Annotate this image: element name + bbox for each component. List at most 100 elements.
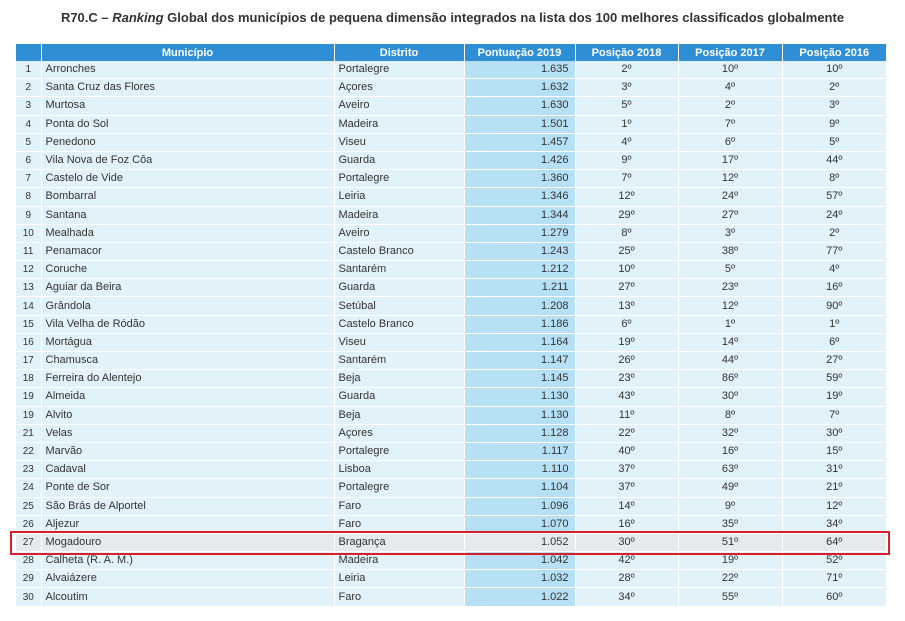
table-row: 14 Grândola Setúbal 1.208 13º 12º 90º [16,296,886,316]
municipio-cell: Alvaiázere [41,569,335,589]
posicao-2016-cell: 30º [782,424,886,443]
distrito-cell: Bragança [334,533,465,553]
municipio-cell: Alcoutim [41,587,335,607]
posicao-2017-cell: 17º [678,151,783,171]
posicao-2018-cell: 12º [575,187,679,207]
score-cell: 1.426 [464,151,576,171]
municipio-cell: Castelo de Vide [41,169,335,189]
posicao-2016-cell: 21º [782,478,886,498]
distrito-cell: Castelo Branco [334,242,465,262]
posicao-2017-cell: 7º [678,115,783,134]
posicao-2017-cell: 32º [678,424,783,443]
table-row: 5 Penedono Viseu 1.457 4º 6º 5º [16,133,886,152]
table-row: 16 Mortágua Viseu 1.164 19º 14º 6º [16,333,886,353]
municipio-cell: Coruche [41,260,335,280]
distrito-cell: Beja [334,406,465,425]
table-row: 25 São Brás de Alportel Faro 1.096 14º 9º 12º [16,497,886,516]
score-cell: 1.042 [464,551,576,571]
municipio-cell: Velas [41,424,335,443]
posicao-2017-cell: 44º [678,351,783,371]
municipio-cell: Penedono [41,133,335,152]
rank-cell: 12 [16,260,42,280]
table-row: 23 Cadaval Lisboa 1.110 37º 63º 31º [16,460,886,480]
municipio-cell: Santana [41,206,335,225]
municipio-cell: Mealhada [41,224,335,243]
posicao-2017-cell: 19º [678,551,783,571]
header-municipio: Município [41,44,335,61]
rank-cell: 8 [16,187,42,207]
distrito-cell: Leiria [334,569,465,589]
posicao-2018-cell: 13º [575,296,679,316]
posicao-2018-cell: 29º [575,206,679,225]
posicao-2016-cell: 57º [782,187,886,207]
table-row: 3 Murtosa Aveiro 1.630 5º 2º 3º [16,96,886,116]
score-cell: 1.344 [464,206,576,225]
table-row: 10 Mealhada Aveiro 1.279 8º 3º 2º [16,224,886,243]
posicao-2018-cell: 22º [575,424,679,443]
distrito-cell: Castelo Branco [334,315,465,334]
header-posicao-2017: Posição 2017 [678,44,783,61]
posicao-2017-cell: 63º [678,460,783,480]
posicao-2016-cell: 44º [782,151,886,171]
posicao-2016-cell: 7º [782,406,886,425]
table-row: 6 Vila Nova de Foz Côa Guarda 1.426 9º 17º 44º [16,151,886,171]
table-row: 28 Calheta (R. A. M.) Madeira 1.042 42º 19º 52… [16,551,886,571]
distrito-cell: Madeira [334,551,465,571]
score-cell: 1.164 [464,333,576,353]
posicao-2017-cell: 24º [678,187,783,207]
rank-cell: 6 [16,151,42,171]
posicao-2016-cell: 19º [782,387,886,407]
posicao-2016-cell: 60º [782,587,886,607]
municipio-cell: Murtosa [41,96,335,116]
posicao-2018-cell: 11º [575,406,679,425]
posicao-2016-cell: 1º [782,315,886,334]
distrito-cell: Guarda [334,278,465,298]
header-distrito: Distrito [334,44,465,61]
posicao-2018-cell: 30º [575,533,679,553]
table-body: 1 Arronches Portalegre 1.635 2º 10º 10º 2 Santa … [16,61,886,607]
posicao-2016-cell: 90º [782,296,886,316]
posicao-2017-cell: 16º [678,442,783,462]
posicao-2016-cell: 6º [782,333,886,353]
distrito-cell: Portalegre [334,169,465,189]
posicao-2016-cell: 12º [782,497,886,516]
table-row: 30 Alcoutim Faro 1.022 34º 55º 60º [16,587,886,607]
table-row: 19 Alvito Beja 1.130 11º 8º 7º [16,406,886,425]
posicao-2018-cell: 8º [575,224,679,243]
municipio-cell: Ferreira do Alentejo [41,369,335,389]
municipio-cell: Calheta (R. A. M.) [41,551,335,571]
rank-cell: 23 [16,460,42,480]
distrito-cell: Portalegre [334,61,465,80]
distrito-cell: Faro [334,587,465,607]
title-prefix: R70.C – [60,10,113,25]
distrito-cell: Lisboa [334,460,465,480]
posicao-2016-cell: 8º [782,169,886,189]
posicao-2017-cell: 5º [678,260,783,280]
posicao-2016-cell: 2º [782,224,886,243]
rank-cell: 10 [16,224,42,243]
rank-cell: 4 [16,115,42,134]
posicao-2016-cell: 59º [782,369,886,389]
rank-cell: 16 [16,333,42,353]
score-cell: 1.070 [464,515,576,534]
posicao-2016-cell: 34º [782,515,886,534]
distrito-cell: Guarda [334,151,465,171]
rank-cell: 17 [16,351,42,371]
posicao-2016-cell: 77º [782,242,886,262]
score-cell: 1.128 [464,424,576,443]
municipio-cell: Ponta do Sol [41,115,335,134]
posicao-2016-cell: 3º [782,96,886,116]
municipio-cell: Alvito [41,406,335,425]
rank-cell: 7 [16,169,42,189]
posicao-2017-cell: 23º [678,278,783,298]
posicao-2016-cell: 2º [782,78,886,98]
posicao-2018-cell: 37º [575,460,679,480]
table-row: 2 Santa Cruz das Flores Açores 1.632 3º 4º 2º [16,78,886,98]
posicao-2018-cell: 27º [575,278,679,298]
score-cell: 1.104 [464,478,576,498]
posicao-2017-cell: 4º [678,78,783,98]
posicao-2016-cell: 27º [782,351,886,371]
posicao-2018-cell: 43º [575,387,679,407]
table-row: 21 Velas Açores 1.128 22º 32º 30º [16,424,886,443]
posicao-2018-cell: 42º [575,551,679,571]
